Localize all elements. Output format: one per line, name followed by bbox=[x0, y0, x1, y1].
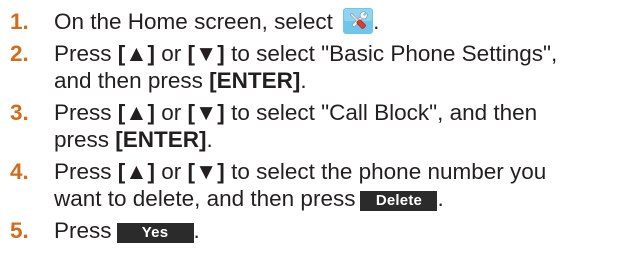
step-text: or bbox=[155, 159, 188, 184]
step-text: . bbox=[206, 127, 213, 152]
delete-softkey: Delete bbox=[360, 191, 438, 211]
step-text: Press bbox=[54, 218, 112, 243]
settings-tools-icon bbox=[343, 8, 374, 34]
step-text: press bbox=[54, 127, 116, 152]
step-text-end: . bbox=[373, 9, 380, 34]
step-number: 4. bbox=[10, 159, 29, 184]
step-line: Press [▲] or [▼] to select "Basic Phone … bbox=[54, 40, 625, 67]
step-text: or bbox=[155, 100, 188, 125]
down-key-label: [▼] bbox=[187, 159, 225, 184]
step-text: and then press bbox=[54, 68, 210, 93]
step-text: On the Home screen, select bbox=[54, 9, 340, 34]
step-1: 1. On the Home screen, select . bbox=[10, 8, 625, 35]
down-key-label: [▼] bbox=[187, 100, 225, 125]
step-line: Press [▲] or [▼] to select "Call Block",… bbox=[54, 99, 625, 126]
step-text: . bbox=[300, 68, 307, 93]
step-line: Press [▲] or [▼] to select the phone num… bbox=[54, 158, 625, 185]
step-text: . bbox=[437, 186, 444, 211]
step-text: or bbox=[155, 41, 188, 66]
step-text: Press bbox=[54, 100, 118, 125]
step-text: Press bbox=[54, 41, 118, 66]
up-key-label: [▲] bbox=[117, 41, 156, 66]
step-text: to select the phone number you bbox=[224, 159, 547, 184]
step-text: to select "Basic Phone Settings", bbox=[224, 41, 558, 66]
down-key-label: [▼] bbox=[187, 41, 225, 66]
instruction-steps: 1. On the Home screen, select . 2. Press… bbox=[10, 8, 625, 249]
step-text: to select "Call Block", and then bbox=[224, 100, 538, 125]
step-5: 5. Press Yes. bbox=[10, 217, 625, 244]
step-number: 2. bbox=[10, 41, 29, 66]
step-line: want to delete, and then press Delete. bbox=[54, 185, 625, 212]
step-text-end: . bbox=[193, 218, 200, 243]
step-line: and then press [ENTER]. bbox=[54, 67, 625, 94]
step-4: 4. Press [▲] or [▼] to select the phone … bbox=[10, 158, 625, 212]
step-line: press [ENTER]. bbox=[54, 126, 625, 153]
step-2: 2. Press [▲] or [▼] to select "Basic Pho… bbox=[10, 40, 625, 94]
up-key-label: [▲] bbox=[117, 100, 156, 125]
yes-softkey: Yes bbox=[116, 223, 194, 243]
step-3: 3. Press [▲] or [▼] to select "Call Bloc… bbox=[10, 99, 625, 153]
enter-key-label: [ENTER] bbox=[209, 68, 301, 93]
step-number: 5. bbox=[10, 218, 29, 243]
step-number: 3. bbox=[10, 100, 29, 125]
step-text: Press bbox=[54, 159, 118, 184]
step-text: want to delete, and then press bbox=[54, 186, 356, 211]
up-key-label: [▲] bbox=[117, 159, 156, 184]
enter-key-label: [ENTER] bbox=[115, 127, 207, 152]
step-number: 1. bbox=[10, 9, 29, 34]
